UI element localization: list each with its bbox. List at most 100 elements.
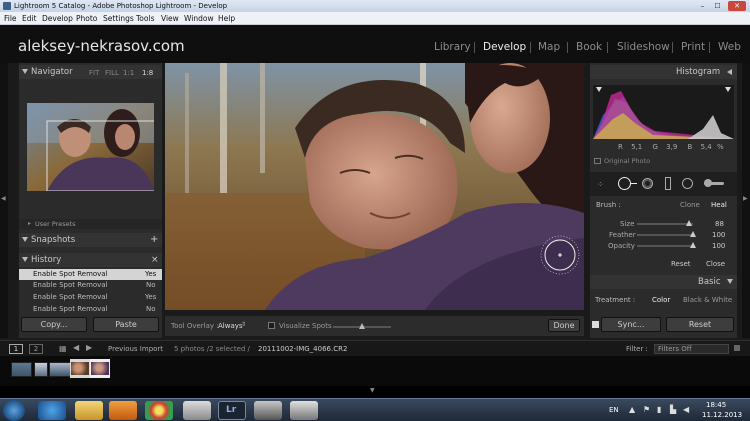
panel-switch-icon[interactable] [592,321,599,328]
volume-icon[interactable]: ◀ [683,405,689,414]
recorder-icon[interactable] [254,401,282,420]
filmstrip-thumb[interactable] [34,362,48,377]
feather-slider[interactable] [637,231,696,237]
filmstrip-thumb-active[interactable] [90,359,110,378]
network-icon[interactable]: ▙ [670,405,676,414]
history-row[interactable]: Enable Spot Removal No [19,304,162,313]
treatment-black-white[interactable]: Black & White [683,296,732,304]
zoom-fill[interactable]: FILL [105,69,119,77]
text-editor-icon[interactable] [183,401,211,420]
zoom-1-1[interactable]: 1:1 [123,69,134,77]
spot-reset-button[interactable]: Reset [671,260,691,268]
paste-settings-button[interactable]: Paste [93,317,159,332]
menu-edit[interactable]: Edit [22,12,37,25]
start-button[interactable] [3,400,25,421]
second-window-button[interactable]: 2 [29,344,43,354]
menu-settings[interactable]: Settings [103,12,134,25]
zoom-1-8[interactable]: 1:8 [142,69,153,77]
menu-view[interactable]: View [161,12,179,25]
basic-header[interactable]: Basic [590,275,737,289]
action-center-icon[interactable]: ⚑ [643,405,650,414]
power-icon[interactable]: ▮ [657,405,661,414]
slider-thumb[interactable] [690,231,696,237]
clone-mode[interactable]: Clone [680,201,700,209]
grid-view-icon[interactable]: ▦ [59,344,67,353]
filmstrip-thumb[interactable] [49,362,71,377]
internet-explorer-icon[interactable] [38,401,66,420]
sync-button[interactable]: Sync... [601,317,661,332]
module-develop[interactable]: Develop [483,41,526,53]
graduated-filter-icon[interactable] [665,177,671,190]
copy-settings-button[interactable]: Copy... [21,317,87,332]
filmstrip-thumb-selected[interactable] [70,359,90,378]
filter-select[interactable]: Filters Off [654,344,729,354]
menu-help[interactable]: Help [218,12,235,25]
filmstrip-filename[interactable]: 20111002-IMG_4066.CR2 [258,345,347,353]
menu-tools[interactable]: Tools [136,12,154,25]
filmstrip-thumb[interactable] [11,362,32,377]
user-presets-folder[interactable]: User Presets [35,220,76,228]
filmstrip-source[interactable]: Previous Import [108,345,163,353]
menu-file[interactable]: File [4,12,17,25]
original-photo-checkbox[interactable] [594,158,601,164]
menu-photo[interactable]: Photo [76,12,97,25]
minimize-button[interactable]: – [696,1,709,11]
red-eye-icon[interactable] [642,178,653,189]
history-row[interactable]: Enable Spot Removal Yes [19,269,162,280]
filmstrip-collapse-bar[interactable]: ▼ [0,386,750,398]
language-indicator[interactable]: EN [609,406,619,414]
clear-history-button[interactable]: × [151,253,159,267]
done-button[interactable]: Done [548,319,580,332]
history-row[interactable]: Enable Spot Removal No [19,280,162,291]
main-window-button[interactable]: 1 [9,344,23,354]
lightroom-taskbar-icon[interactable]: Lr [218,401,246,420]
module-library[interactable]: Library [434,41,471,53]
back-arrow-icon[interactable]: ◀ [73,343,79,352]
heal-mode[interactable]: Heal [711,201,727,209]
add-snapshot-button[interactable]: + [150,233,158,247]
visualize-spots-slider[interactable] [333,323,391,329]
size-slider[interactable] [637,220,693,226]
module-book[interactable]: Book [576,41,602,53]
file-explorer-icon[interactable] [75,401,103,420]
size-value[interactable]: 88 [715,220,724,228]
clock-date[interactable]: 11.12.2013 [702,411,742,419]
maximize-button[interactable]: ☐ [711,1,724,11]
history-header[interactable]: History [19,253,162,267]
slider-thumb[interactable] [686,220,692,226]
tray-arrow-icon[interactable]: ▲ [629,405,635,414]
history-row[interactable]: Enable Spot Removal Yes [19,292,162,303]
spot-close-button[interactable]: Close [706,260,725,268]
filter-lock-icon[interactable] [734,345,740,351]
module-slideshow[interactable]: Slideshow [617,41,670,53]
chrome-icon[interactable] [145,401,173,420]
media-player-icon[interactable] [109,401,137,420]
tool-overlay-select[interactable]: Always [218,322,243,330]
module-print[interactable]: Print [681,41,705,53]
module-web[interactable]: Web [718,41,741,53]
photo-canvas[interactable] [165,63,584,310]
histogram-graph[interactable] [593,85,734,139]
menu-window[interactable]: Window [184,12,214,25]
clock-time[interactable]: 18:45 [706,401,726,409]
reset-button[interactable]: Reset [666,317,734,332]
opacity-value[interactable]: 100 [712,242,725,250]
feather-value[interactable]: 100 [712,231,725,239]
spot-removal-icon[interactable] [618,177,631,190]
close-button[interactable]: ✕ [728,1,746,11]
module-map[interactable]: Map [538,41,560,53]
crop-overlay-icon[interactable]: ⁘ [597,180,604,189]
treatment-color[interactable]: Color [652,296,670,304]
navigator-preview[interactable] [27,103,156,192]
radial-filter-icon[interactable] [682,178,693,189]
histogram-header[interactable]: Histogram [590,65,737,79]
slider-thumb[interactable] [359,323,365,329]
zoom-fit[interactable]: FIT [89,69,99,77]
slider-thumb[interactable] [690,242,696,248]
snapshots-header[interactable]: Snapshots [19,233,162,247]
right-panel-collapse-bar[interactable]: ▶ [742,63,750,338]
opacity-slider[interactable] [637,242,696,248]
menu-develop[interactable]: Develop [42,12,73,25]
left-panel-collapse-bar[interactable]: ◀ [0,63,8,338]
forward-arrow-icon[interactable]: ▶ [86,343,92,352]
